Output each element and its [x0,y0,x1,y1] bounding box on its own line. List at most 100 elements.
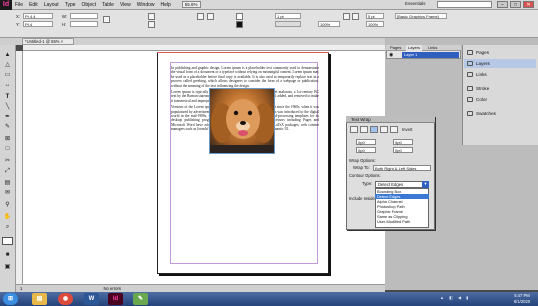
gap-tool-icon[interactable]: ↔ [2,81,13,89]
workspace-switcher[interactable]: Essentials [405,1,426,6]
rotate-icon[interactable] [148,13,155,20]
free-transform-tool-icon[interactable]: ⤢ [2,167,13,175]
indesign-taskbar-icon[interactable]: Id [108,293,123,305]
minimize-button[interactable]: − [497,1,508,8]
text-wrap-title[interactable]: Text Wrap [346,116,435,123]
vertical-ruler[interactable] [16,51,23,297]
paint-icon[interactable]: ✎ [133,293,148,305]
menu-window[interactable]: Window [134,2,158,8]
effects-icon[interactable] [352,13,359,20]
fill-stroke-icon[interactable] [2,237,13,245]
normal-view-icon[interactable]: ▣ [2,263,13,271]
right-offset-field[interactable]: 0p0 [393,147,413,153]
explorer-icon[interactable]: ▤ [32,293,47,305]
wrap-bounding-box-icon[interactable] [360,126,368,133]
chrome-icon[interactable]: ◉ [58,293,73,305]
start-orb-icon[interactable]: ⊞ [3,293,18,305]
zoom-tool-icon[interactable]: ⌕ [2,223,13,231]
note-tool-icon[interactable]: ✉ [2,189,13,197]
chevron-down-icon[interactable]: ▼ [422,181,429,188]
jump-object-icon[interactable] [380,126,388,133]
tab-links[interactable]: Links [426,45,439,51]
side-item-links[interactable]: Links [464,70,536,79]
word-icon[interactable]: W [84,293,99,305]
tab-pages[interactable]: Pages [388,45,403,51]
include-inside-edges-checkbox[interactable]: Include Inside Edges [349,196,375,202]
frame-style-select[interactable]: [Basic Graphics Frame] [395,13,447,19]
apply-color-icon[interactable]: ■ [2,251,13,259]
contour-type-select[interactable]: Detect Edges [375,181,429,188]
top-offset-field[interactable]: 0p0 [356,139,376,145]
selection-tool-icon[interactable]: ▲ [2,51,13,59]
wrap-object-shape-icon[interactable] [370,126,378,133]
document-tab[interactable]: *Untitled-1 @ 55% × [22,38,74,45]
bottom-offset-field[interactable]: 0p0 [356,147,376,153]
side-item-layers[interactable]: Layers [464,59,536,68]
menu-object[interactable]: Object [79,2,99,8]
eyedropper-tool-icon[interactable]: ⚲ [2,201,13,209]
app-logo: Id [0,0,12,10]
gradient-tool-icon[interactable]: ▤ [2,179,13,187]
type-tool-icon[interactable]: T [2,93,13,101]
side-item-pages[interactable]: Pages [464,48,536,57]
dog-image [210,99,274,153]
option-user-modified-path[interactable]: User-Modified Path [375,219,429,224]
side-item-stroke[interactable]: Stroke [464,84,536,93]
visibility-eye-icon[interactable]: ◉ [389,52,395,58]
wrap-to-select[interactable]: Both Right & Left Sides [373,165,431,171]
menu-type[interactable]: Type [62,2,79,8]
rectangle-frame-tool-icon[interactable]: ⊠ [2,135,13,143]
menu-layout[interactable]: Layout [41,2,62,8]
pen-tool-icon[interactable]: ✒ [2,113,13,121]
clock[interactable]: 5:47 PM 6/1/2020 [507,293,537,305]
jump-next-column-icon[interactable] [390,126,398,133]
w-field[interactable] [70,13,98,19]
flip-horizontal-icon[interactable] [197,13,204,20]
left-offset-field[interactable]: 0p0 [393,139,413,145]
preflight-status[interactable]: No errors [104,286,121,291]
layer-row[interactable]: Layer 1 [402,52,459,58]
flip-vertical-icon[interactable] [207,13,214,20]
fill-swatch-icon[interactable] [236,13,243,20]
scissors-tool-icon[interactable]: ✂ [2,157,13,165]
no-wrap-icon[interactable] [350,126,358,133]
stroke-weight-field[interactable]: 1 pt [275,13,301,19]
zoom-readout[interactable]: 55.6% [181,1,201,8]
constrain-icon[interactable] [103,16,110,23]
close-button[interactable]: ✕ [523,1,534,8]
maximize-button[interactable]: □ [510,1,521,8]
stroke-swatch-icon[interactable] [236,21,243,28]
rectangle-tool-icon[interactable]: □ [2,145,13,153]
h-field[interactable] [70,21,98,27]
tab-layers[interactable]: Layers [406,45,423,51]
menu-help[interactable]: Help [158,2,174,8]
y-field[interactable]: Pt 4 [23,21,53,27]
menu-view[interactable]: View [117,2,134,8]
stroke-type-field[interactable] [275,21,301,27]
gap-field[interactable]: 5 pt [366,13,384,19]
system-tray[interactable]: ▲ ◧ ◀ ▮ [440,295,504,303]
menu-table[interactable]: Table [99,2,117,8]
page-tool-icon[interactable]: ▭ [2,71,13,79]
dog-image-frame[interactable] [209,88,275,154]
opacity-field[interactable]: 100% [318,21,340,27]
search-input[interactable] [437,1,492,8]
control-panel: X: Pt 4.4 Y: Pt 4 W: H: 1 pt 100% 5 pt 1… [0,10,538,38]
side-item-label: Color [476,97,487,102]
percent-field[interactable]: 100% [366,21,384,27]
side-item-color[interactable]: Color [464,95,536,104]
direct-selection-tool-icon[interactable]: △ [2,61,13,69]
x-field[interactable]: Pt 4.4 [23,13,53,19]
line-tool-icon[interactable]: ╲ [2,103,13,111]
w-label: W: [62,14,68,19]
page-number-field[interactable]: 1 [20,286,22,291]
hand-tool-icon[interactable]: ✋ [2,213,13,221]
wrap-icon[interactable] [343,13,350,20]
shear-icon[interactable] [148,21,155,28]
menu-file[interactable]: File [12,2,26,8]
invert-checkbox-label[interactable]: Invert [402,127,412,133]
pencil-tool-icon[interactable]: ✎ [2,123,13,131]
side-item-swatches[interactable]: Swatches [464,109,536,118]
menu-edit[interactable]: Edit [26,2,41,8]
text-paragraph-1[interactable]: In publishing and graphic design, Lorem … [171,66,319,88]
